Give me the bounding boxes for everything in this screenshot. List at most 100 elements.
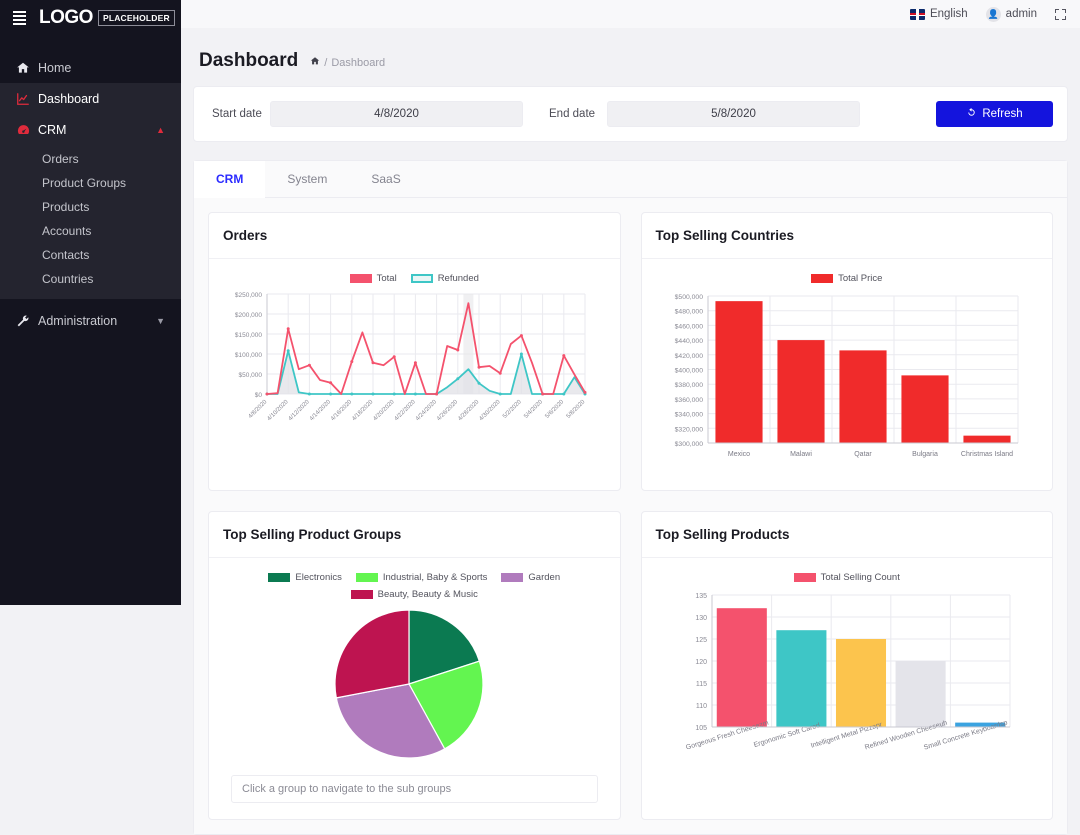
sidebar-item-contacts[interactable]: Contacts [0,243,181,267]
svg-text:$360,000: $360,000 [674,397,703,404]
countries-legend: Total Price [652,267,1043,288]
language-label: English [930,8,968,20]
orders-legend: Total Refunded [219,267,610,288]
legend-label: Garden [528,572,560,583]
avatar-icon: 👤 [986,7,1001,22]
expand-icon[interactable] [1055,9,1066,20]
svg-text:$500,000: $500,000 [674,294,703,301]
filter-bar: Start date 4/8/2020 End date 5/8/2020 Re… [193,86,1068,142]
refresh-button[interactable]: Refresh [936,101,1053,127]
card-product-groups-body: Electronics Industrial, Baby & Sports Ga… [209,558,620,819]
sidebar-item-countries[interactable]: Countries [0,267,181,291]
legend-item-total-price[interactable]: Total Price [811,273,882,284]
start-date-group: Start date 4/8/2020 [208,101,523,127]
legend-label: Electronics [295,572,341,583]
logo[interactable]: LOGO PLACEHOLDER [39,7,175,29]
sidebar-item-orders[interactable]: Orders [0,147,181,171]
pie-hint: Click a group to navigate to the sub gro… [231,775,598,803]
legend-swatch [501,573,523,582]
sidebar-item-label: Administration [38,314,117,328]
language-selector[interactable]: English [910,8,968,20]
start-date-label: Start date [208,108,270,120]
sidebar-item-accounts[interactable]: Accounts [0,219,181,243]
legend-item-total-selling-count[interactable]: Total Selling Count [794,572,900,583]
sidebar-item-home[interactable]: Home [0,52,181,83]
sidebar-item-label: Dashboard [38,92,99,106]
svg-text:105: 105 [695,725,707,732]
legend-swatch [350,274,372,283]
svg-text:4/20/2020: 4/20/2020 [372,399,396,423]
page-title: Dashboard [199,50,298,72]
tab-crm[interactable]: CRM [194,161,265,198]
svg-text:$460,000: $460,000 [674,323,703,330]
dashboard-tabs-card: CRM System SaaS Orders Total [193,160,1068,835]
svg-text:$440,000: $440,000 [674,338,703,345]
sidebar-item-administration[interactable]: Administration ▼ [0,305,181,336]
svg-text:4/10/2020: 4/10/2020 [266,399,290,423]
legend-item-electronics[interactable]: Electronics [268,572,341,583]
legend-swatch [794,573,816,582]
user-menu[interactable]: 👤 admin [986,7,1037,22]
sidebar-submenu-crm: Orders Product Groups Products Accounts … [0,145,181,299]
breadcrumb-current: Dashboard [331,57,385,69]
legend-swatch [356,573,378,582]
legend-item-refunded[interactable]: Refunded [411,273,479,284]
tab-saas[interactable]: SaaS [349,161,422,197]
home-icon [16,61,38,75]
sidebar-nav: Home Dashboard CRM ▲ Orders Product Grou… [0,52,181,336]
card-countries-title: Top Selling Countries [642,213,1053,259]
svg-text:Bulgaria: Bulgaria [912,451,938,458]
countries-bar-chart[interactable]: $300,000$320,000$340,000$360,000$380,000… [652,288,1022,473]
products-bar-chart[interactable]: 105110115120125130135Gorgeous Fresh Chee… [652,587,1022,792]
home-icon[interactable] [310,56,320,69]
orders-line-chart[interactable]: $0$50,000$100,000$150,000$200,000$250,00… [219,288,589,443]
svg-text:$150,000: $150,000 [235,332,262,339]
card-orders-body: Total Refunded $0$50,000$100,000$150,000… [209,259,620,460]
card-countries: Top Selling Countries Total Price $300,0… [641,212,1054,491]
start-date-input[interactable]: 4/8/2020 [270,101,523,127]
legend-swatch [411,274,433,283]
products-legend: Total Selling Count [652,566,1043,587]
sidebar-item-dashboard[interactable]: Dashboard [0,83,181,114]
svg-text:$100,000: $100,000 [235,352,262,359]
legend-label: Total Price [838,273,882,284]
wrench-icon [16,314,38,328]
card-products-title: Top Selling Products [642,512,1053,558]
end-date-input[interactable]: 5/8/2020 [607,101,860,127]
chart-line-icon [16,92,38,106]
card-orders-title: Orders [209,213,620,259]
tab-system[interactable]: System [265,161,349,197]
svg-text:4/12/2020: 4/12/2020 [288,399,312,423]
tab-bar: CRM System SaaS [194,161,1067,198]
svg-text:$0: $0 [255,392,263,399]
svg-text:$300,000: $300,000 [674,441,703,448]
legend-item-total[interactable]: Total [350,273,397,284]
svg-text:$340,000: $340,000 [674,412,703,419]
uk-flag-icon [910,9,925,20]
svg-text:125: 125 [695,637,707,644]
svg-text:4/14/2020: 4/14/2020 [309,399,333,423]
svg-text:$420,000: $420,000 [674,353,703,360]
legend-item-garden[interactable]: Garden [501,572,560,583]
hamburger-icon[interactable] [13,11,26,25]
svg-text:$250,000: $250,000 [235,292,262,299]
legend-label: Refunded [438,273,479,284]
legend-label: Industrial, Baby & Sports [383,572,488,583]
legend-label: Total Selling Count [821,572,900,583]
card-products: Top Selling Products Total Selling Count… [641,511,1054,820]
legend-swatch [351,590,373,599]
product-groups-pie-chart[interactable] [219,604,589,764]
sidebar-brand: LOGO PLACEHOLDER [0,0,181,36]
charts-grid: Orders Total Refunded $0$ [208,212,1053,820]
product-groups-legend: Electronics Industrial, Baby & Sports Ga… [219,566,610,604]
sidebar-item-label: CRM [38,123,66,137]
card-product-groups-title: Top Selling Product Groups [209,512,620,558]
sidebar-item-crm[interactable]: CRM ▲ [0,114,181,145]
end-date-group: End date 5/8/2020 [545,101,860,127]
sidebar-item-product-groups[interactable]: Product Groups [0,171,181,195]
legend-label: Total [377,273,397,284]
svg-text:$400,000: $400,000 [674,368,703,375]
sidebar-item-products[interactable]: Products [0,195,181,219]
legend-item-beauty[interactable]: Beauty, Beauty & Music [351,589,478,600]
legend-item-industrial[interactable]: Industrial, Baby & Sports [356,572,488,583]
